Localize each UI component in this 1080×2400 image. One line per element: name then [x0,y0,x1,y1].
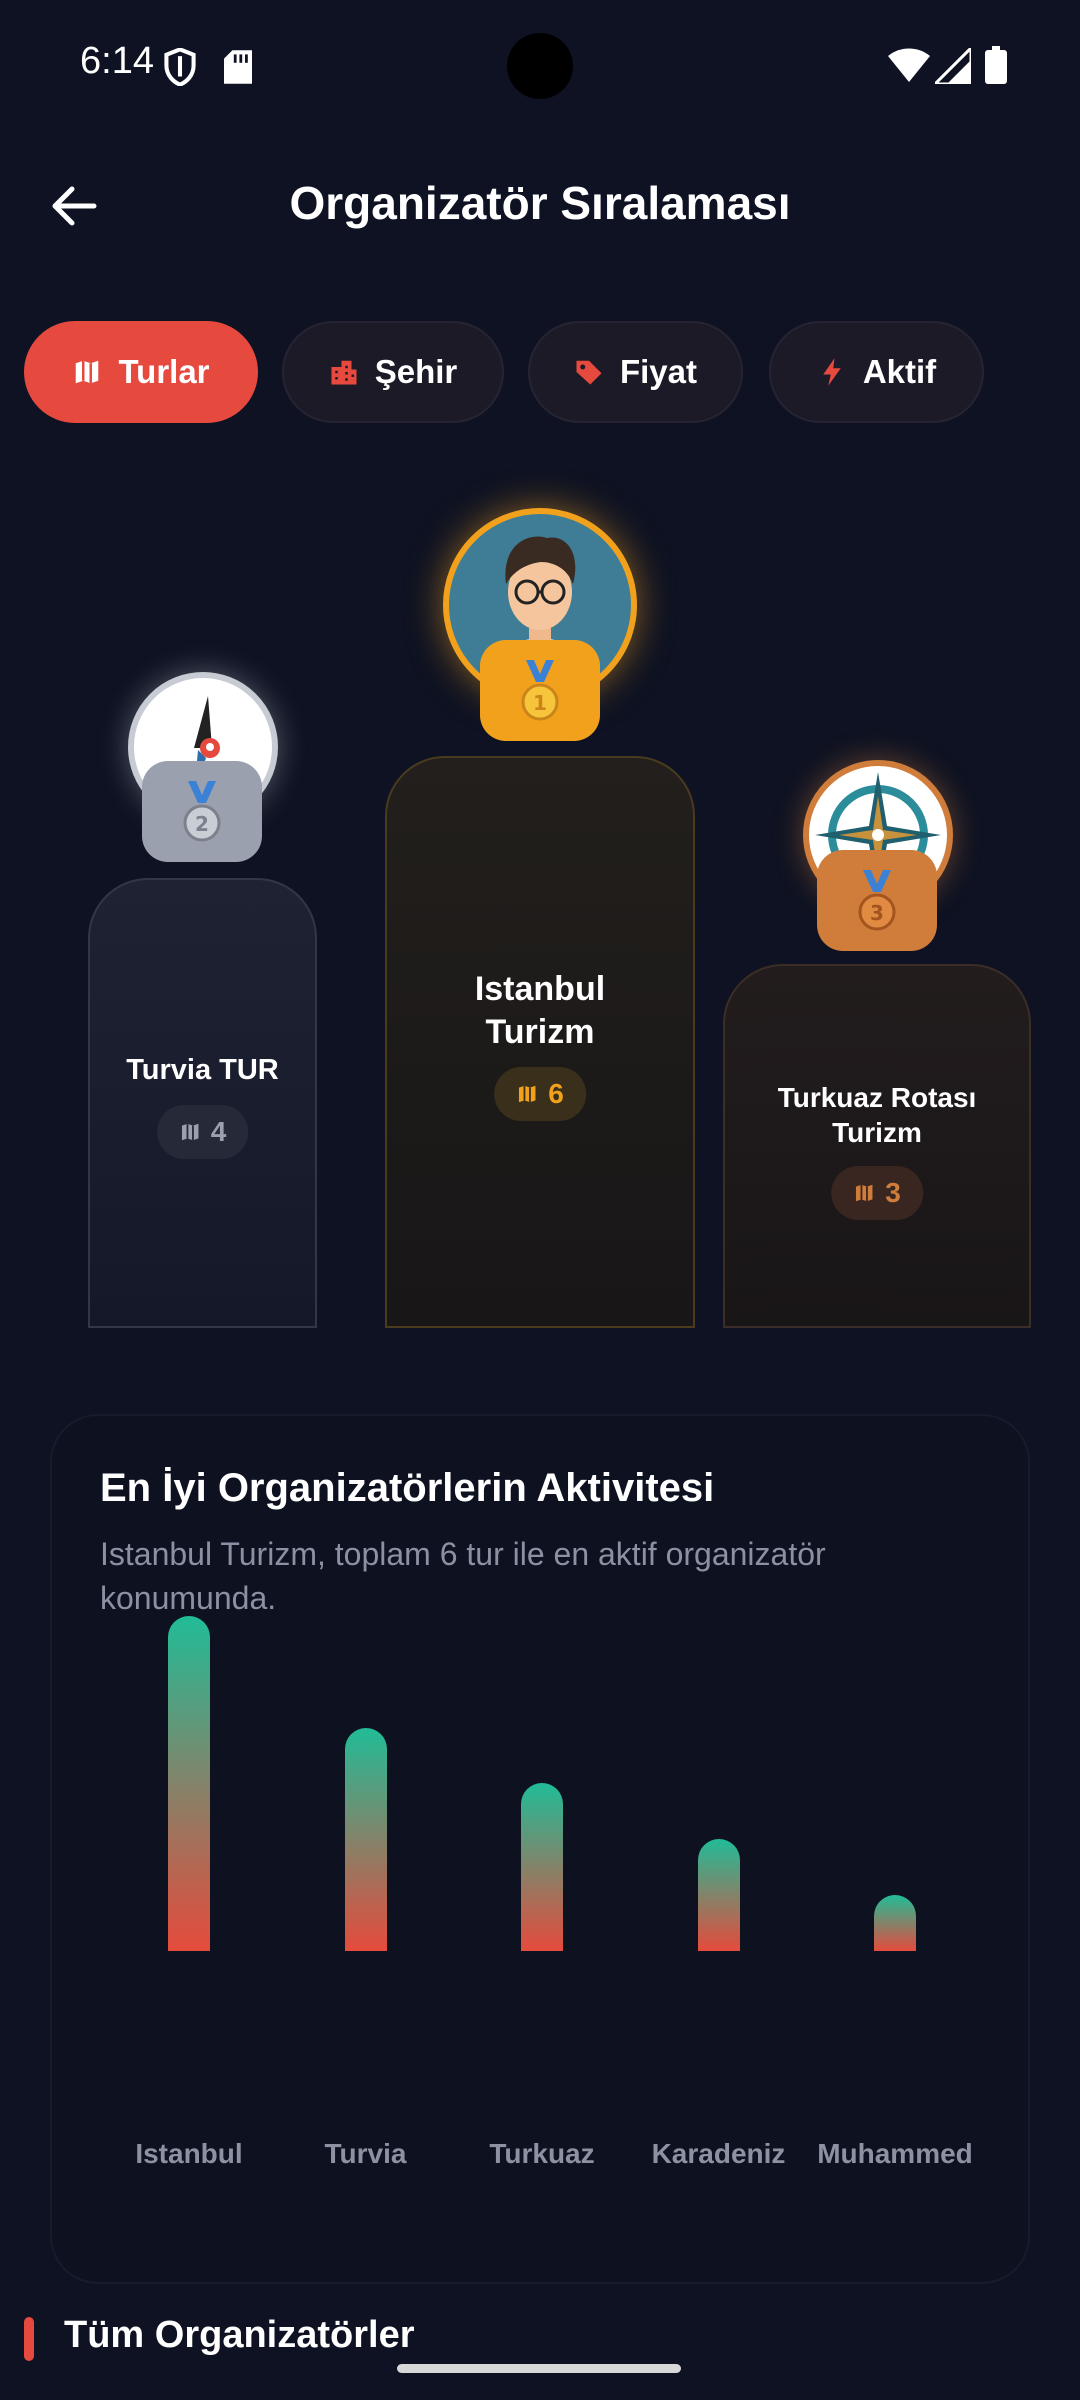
tour-count-badge: 4 [156,1105,249,1159]
podium-first[interactable]: Istanbul Turizm 6 [385,756,695,1328]
signal-icon [935,48,971,84]
tour-count: 3 [885,1177,901,1208]
medal-rank: 2 [195,812,209,836]
chart-label-turvia: Turvia [324,2138,407,2169]
chart-bar-karadeniz [697,1839,740,1951]
tour-count: 6 [548,1078,564,1109]
bolt-icon [823,358,841,386]
filter-label: Turlar [118,353,210,390]
medal-second: 2 [142,761,262,862]
chart-label-turkuaz: Turkuaz [489,2138,595,2169]
medal-rank: 3 [870,901,884,925]
medal-icon: 2 [183,780,221,841]
activity-card: En İyi Organizatörlerin Aktivitesi Istan… [50,1414,1030,2284]
map-icon [855,1184,873,1202]
medal-rank: 1 [533,691,547,715]
map-icon [518,1085,536,1103]
wifi-icon [888,48,930,82]
filter-label: Şehir [374,353,458,390]
page-title: Organizatör Sıralaması [289,177,791,229]
map-icon [181,1123,198,1141]
tour-count-badge: 6 [494,1067,586,1121]
chart-label-muhammed: Muhammed [817,2138,973,2169]
chart-label-karadeniz: Karadeniz [651,2138,786,2169]
filter-tab-city[interactable]: Şehir [282,321,504,423]
filter-label: Fiyat [619,353,698,390]
section-accent-bar [24,2317,34,2361]
activity-bar-chart: Istanbul Turvia Turkuaz Karadeniz Muhammed [52,1416,1032,2286]
battery-icon [985,46,1007,84]
tour-count: 4 [210,1116,227,1147]
chart-label-istanbul: Istanbul [135,2138,243,2169]
filter-tab-price[interactable]: Fiyat [528,321,743,423]
medal-first: 1 [480,640,600,741]
map-icon [76,360,99,384]
organizer-name: Turvia TUR [126,1054,279,1086]
medal-icon: 1 [521,659,559,720]
section-title: Tüm Organizatörler [64,2314,415,2356]
chart-bar-istanbul [168,1616,210,1951]
podium-second[interactable]: Turvia TUR 4 [88,878,317,1328]
tag-icon [576,360,602,385]
chart-bar-muhammed [874,1895,916,1951]
home-indicator[interactable] [397,2364,681,2373]
status-time: 6:14 [80,40,154,82]
city-icon [331,360,357,385]
chart-bar-turkuaz [521,1783,563,1951]
filter-label: Aktif [862,353,937,390]
medal-third: 3 [817,850,937,951]
camera-cutout [507,33,573,99]
organizer-name: Turkuaz Rotası Turizm [777,1082,977,1148]
chart-bar-turvia [344,1728,387,1951]
medal-icon: 3 [858,869,896,930]
filter-tab-active[interactable]: Aktif [769,321,984,423]
shield-icon [164,48,196,86]
tour-count-badge: 3 [831,1166,923,1220]
filter-tab-tours[interactable]: Turlar [24,321,258,423]
sd-card-icon [224,50,252,84]
organizer-name: Istanbul Turizm [474,970,606,1051]
podium-third[interactable]: Turkuaz Rotası Turizm 3 [723,964,1031,1328]
